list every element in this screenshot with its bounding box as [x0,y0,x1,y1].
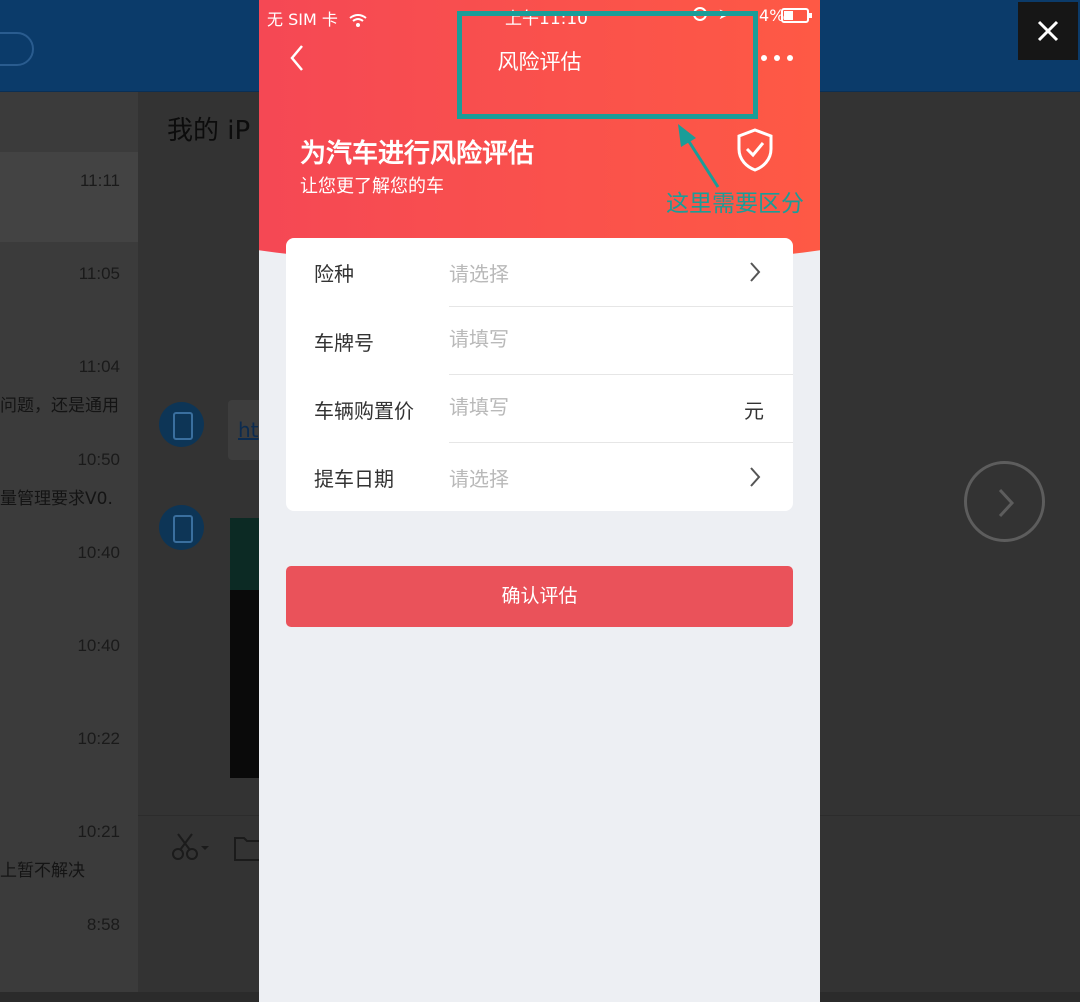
annotation-highlight-box [457,11,758,119]
form-row-plate-number[interactable]: 车牌号 [286,307,793,375]
background-timestamp: 8:58 [86,915,120,934]
background-timestamp: 10:21 [77,822,120,841]
form-label: 车辆购置价 [314,399,414,423]
background-link: ht [238,418,259,442]
background-message: 上暂不解决 [0,861,85,881]
background-timestamp: 11:04 [78,357,120,376]
price-unit-label: 元 [744,399,764,423]
form-row-purchase-price[interactable]: 车辆购置价 元 [286,375,793,443]
shield-check-icon [735,127,775,177]
background-timestamp: 11:11 [79,171,120,190]
carrier-label: 无 SIM 卡 [267,6,367,30]
hero-title: 为汽车进行风险评估 [300,139,535,169]
chevron-right-icon [750,467,761,487]
purchase-price-input[interactable] [449,395,729,419]
wifi-icon [349,14,367,27]
chevron-right-icon [998,488,1015,518]
phone-screen: 无 SIM 卡 上午11:10 ➤ 4% 风险评估 为汽车进行风险评估 让您更了… [259,0,820,1002]
form-row-pickup-date[interactable]: 提车日期 请选择 [286,443,793,511]
plate-number-input[interactable] [449,327,729,351]
more-button[interactable] [759,46,795,76]
background-timestamp: 10:40 [77,543,120,562]
folder-icon [234,832,261,869]
background-image-thumbnail [230,518,260,778]
background-timestamp: 10:22 [77,729,120,748]
scissors-icon [170,832,210,869]
background-timestamp: 10:50 [77,450,120,469]
confirm-assessment-button[interactable]: 确认评估 [286,566,793,627]
pickup-date-select[interactable]: 请选择 [449,463,729,492]
background-timestamp: 10:40 [77,636,120,655]
background-timestamp: 11:05 [78,264,120,283]
background-message: 问题，还是通用 [0,396,119,416]
background-search-pill [0,32,34,66]
close-icon [1037,20,1059,42]
hero-subtitle: 让您更了解您的车 [300,176,444,197]
form-row-insurance-type[interactable]: 险种 请选择 [286,238,793,306]
next-image-button[interactable] [964,461,1045,542]
assessment-form: 险种 请选择 车牌号 车辆购置价 元 提车日期 请选择 [286,238,793,511]
background-avatar [159,505,204,550]
form-label: 提车日期 [314,467,394,491]
form-label: 车牌号 [314,331,374,355]
background-chat-title: 我的 iP [167,116,251,146]
insurance-type-select[interactable]: 请选择 [449,258,729,287]
background-message: 量管理要求V0. [0,489,113,509]
battery-icon [781,8,812,23]
close-button[interactable] [1018,2,1078,60]
chevron-right-icon [750,262,761,282]
background-avatar [159,402,204,447]
form-label: 险种 [314,262,354,286]
more-dots-icon [761,55,793,61]
carrier-text: 无 SIM 卡 [267,10,338,29]
annotation-note: 这里需要区分 [666,191,804,217]
